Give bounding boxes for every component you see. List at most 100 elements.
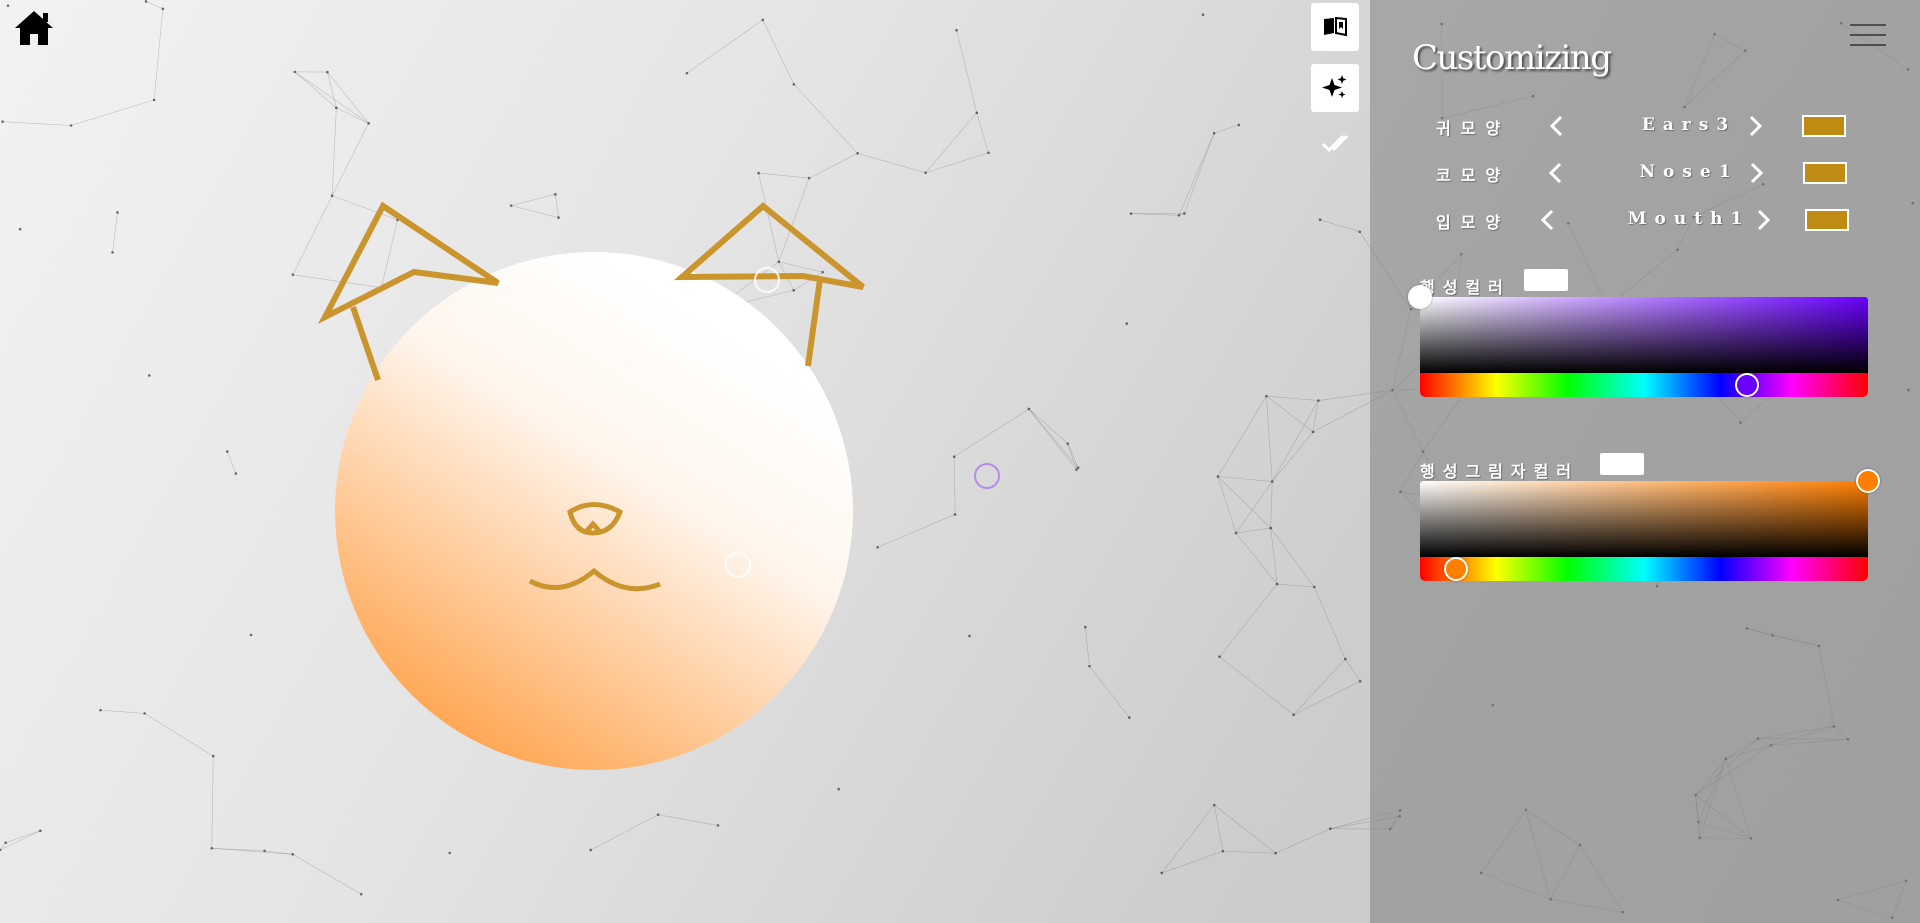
network-line	[956, 30, 978, 113]
network-dot	[161, 7, 165, 11]
network-line	[1219, 656, 1294, 715]
option-row-ears: 귀모양 Ears3	[1370, 105, 1920, 145]
network-dot	[1318, 218, 1322, 222]
chevron-left-icon	[1549, 115, 1563, 137]
network-dot	[589, 848, 593, 852]
network-dot	[143, 712, 146, 715]
customizing-panel: Customizing 귀모양 Ears3 코모양 Nose1 입모양 Mout…	[1370, 0, 1920, 923]
shadow-color-saturation-handle[interactable]	[1856, 469, 1880, 493]
nose-next-button[interactable]	[1745, 160, 1767, 186]
book-icon	[1324, 16, 1347, 37]
network-line	[1275, 828, 1331, 854]
shadow-color-hue-handle[interactable]	[1443, 557, 1468, 581]
network-dot	[1027, 407, 1031, 411]
chevron-right-icon	[1749, 115, 1763, 137]
network-line	[953, 456, 956, 515]
network-line	[1219, 583, 1278, 657]
shadow-color-hue-slider[interactable]	[1420, 557, 1868, 581]
network-dot	[448, 851, 452, 855]
network-line	[1270, 528, 1278, 585]
network-line	[1214, 804, 1276, 854]
planet-color-hue-handle[interactable]	[1735, 373, 1760, 397]
network-line	[1184, 133, 1215, 214]
planet-color-label: 행성컬러	[1420, 278, 1511, 297]
planet-color-swatch[interactable]	[1524, 269, 1568, 291]
chevron-left-icon	[1548, 162, 1562, 184]
network-dot	[225, 450, 229, 453]
network-line	[1271, 431, 1314, 482]
network-line	[857, 153, 926, 174]
network-dot	[1128, 716, 1131, 719]
network-dot	[1218, 655, 1221, 658]
planet-color-saturation-handle[interactable]	[1408, 285, 1432, 309]
mouth-prev-button[interactable]	[1537, 207, 1559, 233]
network-line	[1345, 658, 1361, 682]
network-line	[1028, 408, 1068, 444]
network-line	[1235, 481, 1273, 534]
network-dot	[335, 106, 338, 110]
network-line	[1266, 396, 1273, 482]
network-line	[793, 84, 858, 154]
network-line	[1293, 680, 1361, 715]
shadow-color-label: 행성그림자컬러	[1420, 462, 1580, 481]
network-dot	[968, 634, 971, 638]
menu-button[interactable]	[1848, 20, 1888, 50]
sparkle-button[interactable]	[1311, 64, 1359, 112]
network-line	[1161, 850, 1224, 874]
network-line	[1067, 443, 1079, 468]
planet-character	[300, 190, 900, 790]
network-dot	[975, 111, 979, 115]
double-check-icon	[1321, 134, 1349, 153]
planet-body	[335, 252, 853, 770]
planet-color-hue-slider[interactable]	[1420, 373, 1868, 397]
network-dot	[1201, 13, 1205, 17]
network-dot	[1160, 871, 1163, 875]
network-line	[1213, 804, 1224, 852]
ears-next-button[interactable]	[1744, 113, 1766, 139]
planet-color-saturation-box[interactable]	[1420, 297, 1868, 373]
book-button[interactable]	[1311, 3, 1359, 51]
network-line	[1235, 527, 1271, 534]
network-line	[0, 830, 41, 851]
option-row-mouth: 입모양 Mouth1	[1370, 199, 1920, 239]
confirm-button[interactable]	[1320, 127, 1352, 159]
network-line	[112, 212, 118, 253]
network-line	[226, 451, 237, 474]
network-line	[1028, 408, 1079, 468]
mouth-next-button[interactable]	[1752, 207, 1774, 233]
nose-prev-button[interactable]	[1545, 160, 1567, 186]
network-line	[925, 152, 989, 174]
ears-prev-button[interactable]	[1546, 113, 1568, 139]
network-line	[331, 107, 337, 196]
nose-color-swatch[interactable]	[1803, 162, 1847, 184]
home-button[interactable]	[12, 6, 56, 50]
ears-label: 귀모양	[1436, 119, 1511, 138]
network-line	[1270, 481, 1273, 529]
network-line	[1270, 527, 1315, 588]
network-line	[1178, 133, 1215, 216]
network-line	[976, 112, 989, 153]
ears-color-swatch[interactable]	[1802, 115, 1846, 137]
network-dot	[1358, 679, 1362, 683]
home-icon	[15, 11, 53, 45]
network-dot	[1129, 212, 1133, 215]
network-line	[292, 854, 362, 895]
network-line	[1217, 395, 1267, 477]
shadow-color-swatch[interactable]	[1600, 453, 1644, 475]
shadow-color-saturation-box[interactable]	[1420, 481, 1868, 557]
network-dot	[1328, 827, 1332, 831]
planet-orbit-marker	[725, 552, 751, 578]
mouth-color-swatch[interactable]	[1805, 209, 1849, 231]
network-line	[1266, 395, 1319, 401]
network-line	[1028, 408, 1077, 470]
network-dot	[1237, 123, 1241, 127]
network-line	[336, 107, 369, 124]
network-line	[758, 172, 810, 179]
network-dot	[249, 633, 253, 637]
network-line	[100, 709, 145, 714]
network-dot	[147, 374, 151, 377]
network-dot	[1, 120, 4, 123]
network-dot	[234, 472, 238, 475]
network-line	[5, 830, 41, 843]
network-line	[1217, 476, 1273, 482]
